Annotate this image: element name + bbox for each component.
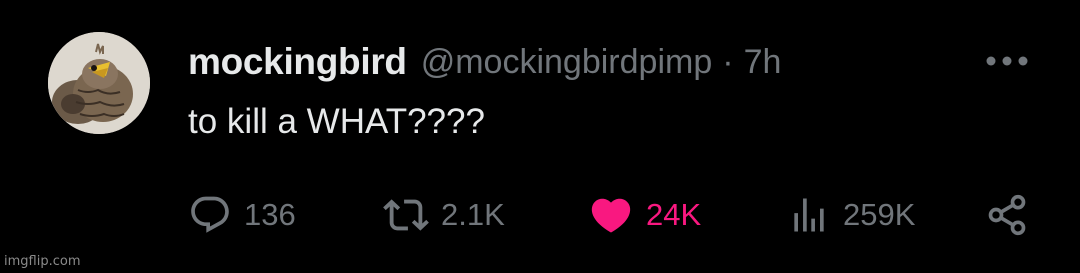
timestamp[interactable]: 7h bbox=[744, 43, 782, 82]
retweet-button[interactable]: 2.1K bbox=[383, 190, 505, 240]
more-icon bbox=[986, 56, 1028, 66]
tweet-header: mockingbird @mockingbirdpimp · 7h bbox=[188, 38, 781, 86]
reply-icon bbox=[191, 196, 229, 233]
user-handle[interactable]: @mockingbirdpimp bbox=[421, 43, 713, 82]
heart-icon bbox=[591, 198, 631, 233]
share-icon bbox=[988, 194, 1026, 236]
retweet-icon bbox=[383, 199, 429, 231]
avatar[interactable] bbox=[48, 32, 150, 134]
share-button[interactable] bbox=[985, 190, 1029, 240]
like-count: 24K bbox=[646, 197, 702, 232]
tweet-card: mockingbird @mockingbirdpimp · 7h to kil… bbox=[0, 0, 1080, 273]
display-name[interactable]: mockingbird bbox=[188, 41, 407, 83]
more-options-button[interactable] bbox=[984, 46, 1030, 76]
reply-button[interactable]: 136 bbox=[188, 190, 296, 240]
reply-count: 136 bbox=[244, 197, 296, 232]
views-icon bbox=[794, 198, 824, 232]
bird-photo-icon bbox=[48, 32, 150, 134]
views-button[interactable]: 259K bbox=[787, 190, 915, 240]
action-bar: 136 2.1K 24K 259K bbox=[0, 190, 1080, 240]
retweet-count: 2.1K bbox=[441, 197, 505, 232]
tweet-text: to kill a WHAT???? bbox=[188, 102, 485, 141]
like-button[interactable]: 24K bbox=[588, 190, 701, 240]
separator-dot: · bbox=[722, 42, 734, 81]
watermark: imgflip.com bbox=[4, 254, 81, 269]
views-count: 259K bbox=[843, 197, 916, 232]
